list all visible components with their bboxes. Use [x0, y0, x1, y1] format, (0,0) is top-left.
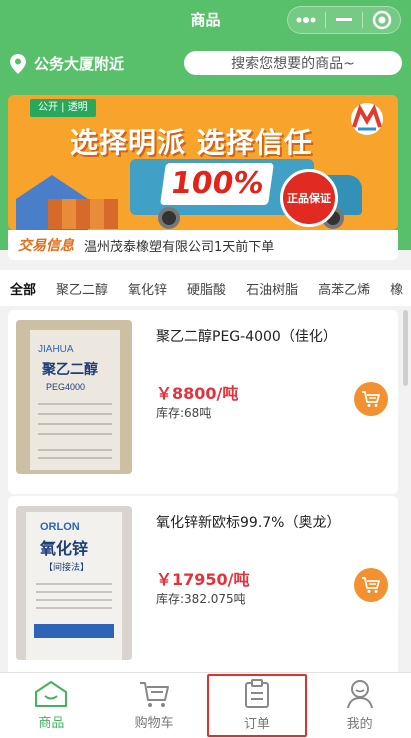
product-price: ￥17950/吨 — [156, 570, 250, 589]
bag-title: 氧化锌 — [39, 539, 88, 558]
order-clipboard-icon — [244, 679, 269, 708]
banner-tag: 公开 | 透明 — [30, 99, 96, 117]
mini-program-capsule — [287, 6, 401, 34]
transaction-notice: 交易信息 温州茂泰橡塑有限公司1天前下单 — [8, 230, 398, 260]
bag-brand: ORLON — [40, 521, 80, 533]
category-tab[interactable]: 全部 — [0, 279, 46, 298]
bag-sub: PEG4000 — [46, 382, 85, 392]
cart-icon — [362, 391, 380, 407]
boxes-illustration — [48, 199, 118, 229]
product-stock: 库存:68吨 — [156, 406, 212, 420]
product-stock: 库存:382.075吨 — [156, 592, 246, 606]
tab-orders[interactable]: 订单 — [206, 673, 309, 738]
tab-label: 我的 — [346, 717, 373, 732]
minus-icon[interactable] — [326, 7, 363, 33]
category-tab[interactable]: 高苯乙烯 — [308, 279, 380, 298]
category-tab[interactable]: 石油树脂 — [236, 279, 308, 298]
location-text: 公务大厦附近 — [34, 55, 125, 73]
notice-tag: 交易信息 — [18, 238, 74, 254]
tab-products[interactable]: 商品 — [0, 673, 103, 738]
user-icon — [346, 680, 373, 709]
product-image: JIAHUA 聚乙二醇 PEG4000 — [16, 320, 132, 474]
tab-label: 商品 — [38, 716, 65, 731]
product-name[interactable]: 氧化锌新欧标99.7%（奥龙） — [156, 512, 340, 532]
banner-slogan: 选择明派 选择信任 — [70, 126, 313, 159]
search-placeholder: 搜索您想要的商品~ — [231, 56, 355, 72]
bag-brand: JIAHUA — [38, 344, 74, 355]
product-card[interactable]: ORLON 氧化锌 【间接法】 氧化锌新欧标99.7%（奥龙） ￥17950/吨… — [8, 496, 398, 680]
bottom-tab-bar: 商品 购物车 订单 我的 — [0, 672, 411, 738]
product-card[interactable]: JIAHUA 聚乙二醇 PEG4000 聚乙二醇PEG-4000（佳化） ￥88… — [8, 310, 398, 494]
search-input[interactable]: 搜索您想要的商品~ — [184, 51, 402, 75]
cart-icon — [140, 682, 170, 707]
tab-label: 订单 — [243, 717, 270, 732]
quality-seal: 正品保证 — [280, 169, 338, 227]
add-to-cart-button[interactable] — [354, 568, 388, 602]
tab-profile[interactable]: 我的 — [308, 673, 411, 738]
location-pin-icon — [10, 53, 26, 74]
banner-badge: 100% — [160, 163, 274, 205]
product-name[interactable]: 聚乙二醇PEG-4000（佳化） — [156, 326, 337, 346]
category-tab[interactable]: 橡 — [380, 279, 411, 298]
target-icon[interactable] — [363, 7, 400, 33]
truck-wheel — [158, 207, 180, 229]
location-selector[interactable]: 公务大厦附近 — [10, 53, 124, 74]
product-image: ORLON 氧化锌 【间接法】 — [16, 506, 132, 660]
cart-icon — [362, 577, 380, 593]
notice-text: 温州茂泰橡塑有限公司1天前下单 — [84, 239, 275, 255]
scrollbar[interactable] — [403, 310, 408, 386]
category-tab[interactable]: 氧化锌 — [118, 279, 177, 298]
home-icon — [35, 681, 68, 707]
promo-banner[interactable]: 公开 | 透明 选择明派 选择信任 100% 正品保证 — [8, 95, 398, 230]
category-tab[interactable]: 硬脂酸 — [177, 279, 236, 298]
category-tab[interactable]: 聚乙二醇 — [46, 279, 118, 298]
tab-cart[interactable]: 购物车 — [103, 673, 206, 738]
more-dots-icon[interactable] — [288, 7, 325, 33]
category-tabs: 全部 聚乙二醇 氧化锌 硬脂酸 石油树脂 高苯乙烯 橡 — [0, 270, 411, 306]
brand-logo-icon — [351, 103, 383, 135]
tab-label: 购物车 — [134, 716, 174, 731]
bag-title: 聚乙二醇 — [41, 361, 98, 378]
add-to-cart-button[interactable] — [354, 382, 388, 416]
product-price: ￥8800/吨 — [156, 384, 239, 403]
bag-sub: 【间接法】 — [44, 561, 89, 573]
